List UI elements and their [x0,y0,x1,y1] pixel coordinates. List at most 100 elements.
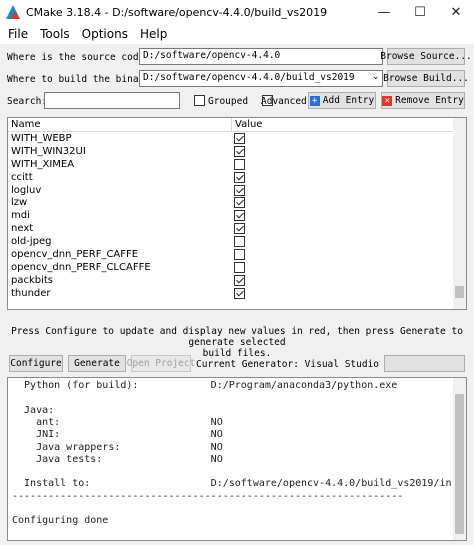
entry-checkbox[interactable] [234,197,245,209]
entry-value [231,132,451,144]
grouped-checkbox[interactable] [194,95,205,106]
entry-checkbox[interactable] [234,132,245,144]
entry-value [231,274,451,286]
source-path-input[interactable]: D:/software/opencv-4.4.0 [139,48,383,65]
table-row[interactable]: old-jpeg [8,235,466,248]
log-line: Java: [12,404,55,416]
entry-name: logluv [11,184,42,196]
entry-value [231,145,451,157]
entry-name: old-jpeg [11,236,52,248]
table-row[interactable]: packbits [8,274,466,287]
configure-button[interactable]: Configure [9,355,63,372]
log-line: Python (for build): D:/Program/anaconda3… [12,380,398,391]
entry-name: next [11,223,34,235]
entry-checkbox[interactable] [234,171,245,183]
minimize-button[interactable]: — [366,0,402,24]
window-title: CMake 3.18.4 - D:/software/opencv-4.4.0/… [26,5,328,19]
entry-name: opencv_dnn_PERF_CLCAFFE [11,261,151,273]
table-row[interactable]: WITH_WEBP [8,132,466,145]
entry-name: opencv_dnn_PERF_CAFFE [11,248,139,260]
log-line: ant: NO [12,416,223,428]
table-row[interactable]: opencv_dnn_PERF_CLCAFFE [8,261,466,274]
log-line: Java tests: NO [12,453,223,465]
close-button[interactable]: ✕ [438,0,474,24]
grouped-label: Grouped [208,96,249,107]
table-scrollbar[interactable] [453,118,466,309]
browse-source-button[interactable]: Browse Source... [380,48,472,65]
entry-value [231,248,451,260]
remove-entry-button[interactable]: ✕ Remove Entry [381,92,465,109]
remove-entry-label: Remove Entry [395,95,464,106]
entry-name: thunder [11,287,51,299]
column-header-name[interactable]: Name [8,118,231,131]
generator-progress-bar [384,355,465,372]
table-row[interactable]: ccitt [8,171,466,184]
entry-checkbox[interactable] [234,210,245,222]
remove-icon: ✕ [382,95,393,106]
entry-checkbox[interactable] [234,287,245,299]
entry-value [231,197,451,209]
menu-options[interactable]: Options [76,27,134,41]
menu-file[interactable]: File [2,27,34,41]
entry-checkbox[interactable] [234,248,245,260]
output-scrollbar[interactable] [453,378,466,540]
entry-value [231,261,451,273]
table-body: WITH_WEBP WITH_WIN32UI WITH_XIMEA ccitt logl… [8,132,466,300]
entry-value [231,171,451,183]
entry-checkbox[interactable] [234,236,245,248]
table-row[interactable]: WITH_XIMEA [8,158,466,171]
output-log: Python (for build): D:/Program/anaconda3… [7,377,467,541]
add-entry-button[interactable]: + Add Entry [308,92,376,109]
table-row[interactable]: next [8,222,466,235]
column-header-value[interactable]: Value [231,118,451,131]
table-row[interactable]: mdi [8,209,466,222]
log-line: ----------------------------------------… [12,490,404,502]
table-row[interactable]: opencv_dnn_PERF_CAFFE [8,248,466,261]
plus-icon: + [309,95,320,106]
entry-value [231,287,451,299]
entry-checkbox[interactable] [234,184,245,196]
menu-bar: File Tools Options Help [0,24,474,44]
entry-value [231,158,451,170]
entry-name: WITH_WIN32UI [11,145,86,157]
generate-button[interactable]: Generate [68,355,126,372]
title-bar: CMake 3.18.4 - D:/software/opencv-4.4.0/… [0,0,474,24]
table-row[interactable]: thunder [8,287,466,300]
info-line-1: Press Configure to update and display ne… [11,326,463,348]
log-line: JNI: NO [12,429,223,441]
cmake-logo-icon [6,5,20,19]
search-label: Search: [7,96,48,107]
table-row[interactable]: logluv [8,184,466,197]
scrollbar-thumb[interactable] [455,394,464,534]
entry-checkbox[interactable] [234,261,245,273]
table-header: Name Value [8,118,466,132]
cache-table: Name Value WITH_WEBP WITH_WIN32UI WITH_XIM… [7,117,467,310]
entry-checkbox[interactable] [234,223,245,235]
entry-name: WITH_WEBP [11,132,72,144]
source-label: Where is the source code: [7,52,150,63]
browse-build-button[interactable]: Browse Build... [383,70,469,87]
add-entry-label: Add Entry [322,95,375,106]
entry-name: mdi [11,210,30,222]
log-line: Configuring done [12,515,109,527]
table-row[interactable]: WITH_WIN32UI [8,145,466,158]
log-line: Install to: D:/software/opencv-4.4.0/bui… [12,478,452,490]
scrollbar-thumb[interactable] [455,286,464,298]
entry-value [231,210,451,222]
maximize-button[interactable]: ☐ [402,0,438,24]
entry-checkbox[interactable] [234,145,245,157]
entry-value [231,236,451,248]
table-row[interactable]: lzw [8,196,466,209]
entry-checkbox[interactable] [234,158,245,170]
entry-name: lzw [11,197,28,209]
open-project-button[interactable]: Open Project [127,355,195,372]
menu-tools[interactable]: Tools [34,27,76,41]
chevron-down-icon[interactable]: ⌄ [372,72,380,82]
entry-checkbox[interactable] [234,274,245,286]
entry-name: WITH_XIMEA [11,158,75,170]
menu-help[interactable]: Help [134,27,173,41]
entry-value [231,184,451,196]
advanced-label: Advanced [261,96,307,107]
build-path-combo[interactable]: D:/software/opencv-4.4.0/build_vs2019 [139,70,383,87]
search-input[interactable] [44,92,180,109]
